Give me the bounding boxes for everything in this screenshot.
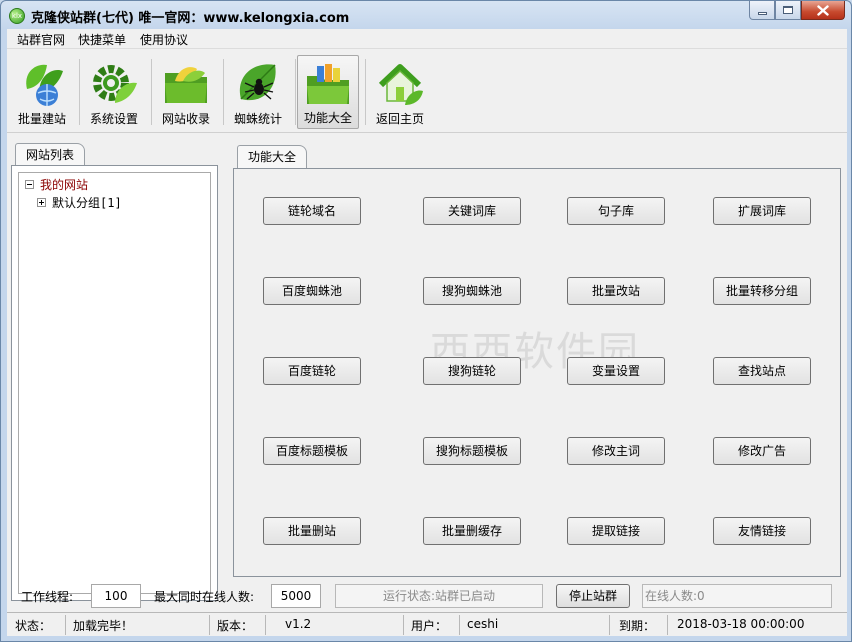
- folder-apps-icon: [307, 64, 349, 104]
- function-button[interactable]: 百度蜘蛛池: [263, 277, 361, 305]
- version-value: v1.2: [285, 617, 312, 631]
- toolbar-spider-stats[interactable]: 蜘蛛统计: [227, 55, 289, 129]
- threads-input[interactable]: 100: [91, 584, 141, 608]
- function-button[interactable]: 搜狗蜘蛛池: [423, 277, 521, 305]
- stop-sites-button[interactable]: 停止站群: [556, 584, 630, 608]
- toolbar-separator: [223, 59, 224, 125]
- gear-leaf-icon: [93, 65, 137, 103]
- status-value: 加载完毕！: [73, 619, 134, 633]
- threads-label: 工作线程:: [21, 590, 74, 604]
- function-button[interactable]: 链轮域名: [263, 197, 361, 225]
- function-button[interactable]: 修改主词: [567, 437, 665, 465]
- title-bar[interactable]: klx 克隆侠站群(七代) 唯一官网：www.kelongxia.com: [1, 1, 851, 29]
- home-icon: [378, 64, 423, 105]
- function-button[interactable]: 批量删站: [263, 517, 361, 545]
- close-icon: [817, 4, 829, 16]
- function-button[interactable]: 搜狗链轮: [423, 357, 521, 385]
- toolbar-label: 功能大全: [303, 111, 352, 125]
- expire-label: 到期：: [619, 619, 656, 633]
- toolbar-separator: [295, 59, 296, 125]
- function-button[interactable]: 扩展词库: [713, 197, 811, 225]
- toolbar-separator: [151, 59, 152, 125]
- tree-node-label: 我的网站: [40, 178, 89, 192]
- function-button[interactable]: 查找站点: [713, 357, 811, 385]
- toolbar-separator: [79, 59, 80, 125]
- function-button[interactable]: 提取链接: [567, 517, 665, 545]
- toolbar-system-settings[interactable]: 系统设置: [83, 55, 145, 129]
- online-count-box: 在线人数:0: [642, 584, 832, 608]
- status-divider: [209, 615, 210, 635]
- menu-item-agreement[interactable]: 使用协议: [136, 31, 192, 48]
- status-divider: [459, 615, 460, 635]
- status-divider: [265, 615, 266, 635]
- function-button[interactable]: 修改广告: [713, 437, 811, 465]
- minimize-icon: [757, 11, 767, 15]
- function-button[interactable]: 批量转移分组: [713, 277, 811, 305]
- toolbar-label: 网站收录: [161, 112, 210, 126]
- status-divider: [609, 615, 610, 635]
- function-button[interactable]: 百度标题模板: [263, 437, 361, 465]
- max-online-input[interactable]: 5000: [271, 584, 321, 608]
- collapse-icon[interactable]: [25, 180, 34, 189]
- spider-leaf-icon: [239, 64, 276, 101]
- version-label: 版本：: [217, 619, 254, 633]
- function-button[interactable]: 搜狗标题模板: [423, 437, 521, 465]
- status-divider: [403, 615, 404, 635]
- function-button[interactable]: 百度链轮: [263, 357, 361, 385]
- user-label: 用户：: [411, 619, 448, 633]
- site-tree: 我的网站 默认分组[1]: [18, 172, 211, 594]
- status-label: 状态：: [15, 619, 52, 633]
- maximize-button[interactable]: [775, 1, 801, 20]
- main-content: 网站列表 我的网站 默认分组[1] 功能大全 西西软件园 链轮域名 关键词库 句子库…: [7, 133, 847, 612]
- toolbar-label: 批量建站: [17, 112, 66, 126]
- toolbar-separator: [365, 59, 366, 125]
- minimize-button[interactable]: [749, 1, 775, 20]
- function-button[interactable]: 变量设置: [567, 357, 665, 385]
- function-button[interactable]: 批量删缓存: [423, 517, 521, 545]
- app-window: klx 克隆侠站群(七代) 唯一官网：www.kelongxia.com 站群官…: [0, 0, 852, 642]
- maximize-icon: [783, 6, 793, 14]
- toolbar-home[interactable]: 返回主页: [369, 55, 431, 129]
- user-value: ceshi: [467, 617, 499, 631]
- close-button[interactable]: [801, 1, 845, 20]
- control-row: 工作线程: 100 最大同时在线人数: 5000 运行状态:站群已启动 停止站群…: [7, 582, 847, 612]
- tab-all-functions[interactable]: 功能大全: [237, 145, 308, 169]
- toolbar-label: 返回主页: [375, 112, 424, 126]
- window-title: 克隆侠站群(七代) 唯一官网：www.kelongxia.com: [31, 11, 350, 26]
- site-list-panel: 我的网站 默认分组[1]: [11, 165, 218, 601]
- status-divider: [667, 615, 668, 635]
- function-button[interactable]: 友情链接: [713, 517, 811, 545]
- tree-node-root[interactable]: 我的网站: [25, 176, 88, 193]
- functions-panel: 西西软件园 链轮域名 关键词库 句子库 扩展词库 百度蜘蛛池 搜狗蜘蛛池 批量改站 批量转移分…: [233, 168, 841, 577]
- expire-value: 2018-03-18 00:00:00: [677, 617, 805, 631]
- folder-leaf-icon: [165, 67, 207, 103]
- toolbar-label: 蜘蛛统计: [233, 112, 282, 126]
- function-button[interactable]: 句子库: [567, 197, 665, 225]
- tree-node-default-group[interactable]: 默认分组[1]: [37, 194, 122, 211]
- toolbar: 批量建站 系统设置 网站收录 蜘蛛统计 功能大全 返回主页: [7, 49, 847, 133]
- window-controls: [749, 1, 845, 20]
- function-button[interactable]: 关键词库: [423, 197, 521, 225]
- menu-bar: 站群官网 快捷菜单 使用协议: [7, 29, 847, 49]
- menu-item-official-site[interactable]: 站群官网: [13, 31, 69, 48]
- tree-node-label: 默认分组[1]: [52, 196, 122, 210]
- function-button[interactable]: 批量改站: [567, 277, 665, 305]
- status-divider: [65, 615, 66, 635]
- expand-icon[interactable]: [37, 198, 46, 207]
- toolbar-label: 系统设置: [89, 112, 138, 126]
- toolbar-site-index[interactable]: 网站收录: [155, 55, 217, 129]
- run-status-box: 运行状态:站群已启动: [335, 584, 543, 608]
- toolbar-batch-build[interactable]: 批量建站: [11, 55, 73, 129]
- toolbar-all-functions[interactable]: 功能大全: [297, 55, 359, 129]
- app-logo-icon: klx: [9, 8, 25, 24]
- status-bar: 状态： 加载完毕！ 版本： v1.2 用户： ceshi 到期： 2018-03…: [7, 612, 847, 636]
- max-online-label: 最大同时在线人数:: [154, 590, 255, 604]
- tab-site-list[interactable]: 网站列表: [15, 143, 86, 167]
- leaf-globe-icon: [26, 64, 63, 106]
- menu-item-quick-menu[interactable]: 快捷菜单: [74, 31, 130, 48]
